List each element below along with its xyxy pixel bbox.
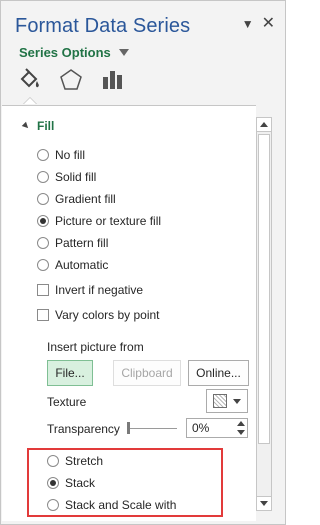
effects-tab[interactable] — [57, 67, 85, 99]
radio-gradient-fill[interactable]: Gradient fill — [37, 192, 116, 206]
radio-automatic[interactable]: Automatic — [37, 258, 108, 272]
radio-picture-texture-fill[interactable]: Picture or texture fill — [37, 214, 161, 228]
radio-no-fill[interactable]: No fill — [37, 148, 85, 162]
pane-title: Format Data Series — [15, 15, 191, 37]
online-button[interactable]: Online... — [188, 360, 249, 386]
radio-label: Pattern fill — [55, 236, 109, 250]
radio-stack-and-scale[interactable]: Stack and Scale with — [47, 498, 176, 512]
radio-label: Solid fill — [55, 170, 97, 184]
scroll-down-button[interactable] — [257, 496, 271, 510]
series-options-label: Series Options — [19, 45, 111, 60]
transparency-spinner[interactable]: 0% — [186, 418, 248, 438]
checkbox[interactable] — [37, 309, 49, 321]
texture-picker-button[interactable] — [206, 389, 248, 413]
radio-label: Stretch — [65, 454, 104, 468]
format-data-series-pane: Format Data Series ▼ ✕ Series Options Fi… — [0, 0, 286, 525]
close-icon[interactable]: ✕ — [262, 16, 275, 32]
decrement-icon[interactable] — [237, 430, 245, 435]
pane-options-dropdown-icon[interactable]: ▼ — [242, 17, 254, 31]
vertical-scrollbar[interactable] — [256, 117, 272, 511]
transparency-slider-thumb[interactable] — [127, 422, 130, 434]
radio-button[interactable] — [37, 149, 49, 161]
vary-colors-checkbox[interactable]: Vary colors by point — [37, 308, 160, 322]
series-options-icon — [103, 71, 122, 89]
insert-picture-from-label: Insert picture from — [47, 340, 144, 354]
radio-label: No fill — [55, 148, 86, 162]
radio-label: Stack and Scale with — [65, 498, 177, 512]
fill-section-header[interactable]: Fill — [21, 119, 55, 133]
collapse-triangle-icon — [21, 121, 31, 131]
radio-button[interactable] — [37, 237, 49, 249]
checkbox-label: Invert if negative — [55, 283, 144, 297]
chevron-down-icon — [118, 49, 129, 56]
transparency-slider-track[interactable] — [129, 428, 177, 429]
checkbox-label: Vary colors by point — [55, 308, 160, 322]
fill-line-tab[interactable] — [15, 67, 43, 104]
radio-button[interactable] — [37, 259, 49, 271]
radio-button[interactable] — [37, 193, 49, 205]
chevron-down-icon — [233, 398, 241, 404]
transparency-label: Transparency — [47, 422, 120, 436]
radio-button[interactable] — [37, 171, 49, 183]
format-tabs — [15, 67, 127, 104]
radio-solid-fill[interactable]: Solid fill — [37, 170, 96, 184]
radio-button[interactable] — [37, 215, 49, 227]
radio-stretch[interactable]: Stretch — [47, 454, 103, 468]
clipboard-button[interactable]: Clipboard — [113, 360, 181, 386]
scroll-up-icon — [260, 122, 268, 127]
radio-stack[interactable]: Stack — [47, 476, 95, 490]
scroll-up-button[interactable] — [257, 118, 271, 132]
scroll-thumb[interactable] — [258, 134, 270, 444]
radio-button[interactable] — [47, 477, 59, 489]
fill-section-label: Fill — [37, 119, 55, 133]
radio-label: Gradient fill — [55, 192, 116, 206]
pane-controls: ▼ ✕ — [242, 16, 275, 32]
radio-pattern-fill[interactable]: Pattern fill — [37, 236, 108, 250]
file-button[interactable]: File... — [47, 360, 93, 386]
checkbox[interactable] — [37, 284, 49, 296]
radio-label: Stack — [65, 476, 96, 490]
radio-label: Automatic — [55, 258, 109, 272]
fill-line-icon — [20, 68, 39, 88]
scroll-down-icon — [260, 501, 268, 506]
series-options-tab[interactable] — [99, 67, 127, 99]
texture-swatch-icon — [213, 394, 227, 408]
transparency-value[interactable]: 0% — [187, 421, 235, 435]
effects-icon — [60, 69, 82, 90]
texture-label: Texture — [47, 395, 87, 409]
series-options-dropdown[interactable]: Series Options — [19, 45, 129, 60]
radio-button[interactable] — [47, 455, 59, 467]
radio-button[interactable] — [47, 499, 59, 511]
invert-if-negative-checkbox[interactable]: Invert if negative — [37, 283, 143, 297]
increment-icon[interactable] — [237, 421, 245, 426]
radio-label: Picture or texture fill — [55, 214, 162, 228]
spinner-arrows[interactable] — [235, 419, 247, 437]
